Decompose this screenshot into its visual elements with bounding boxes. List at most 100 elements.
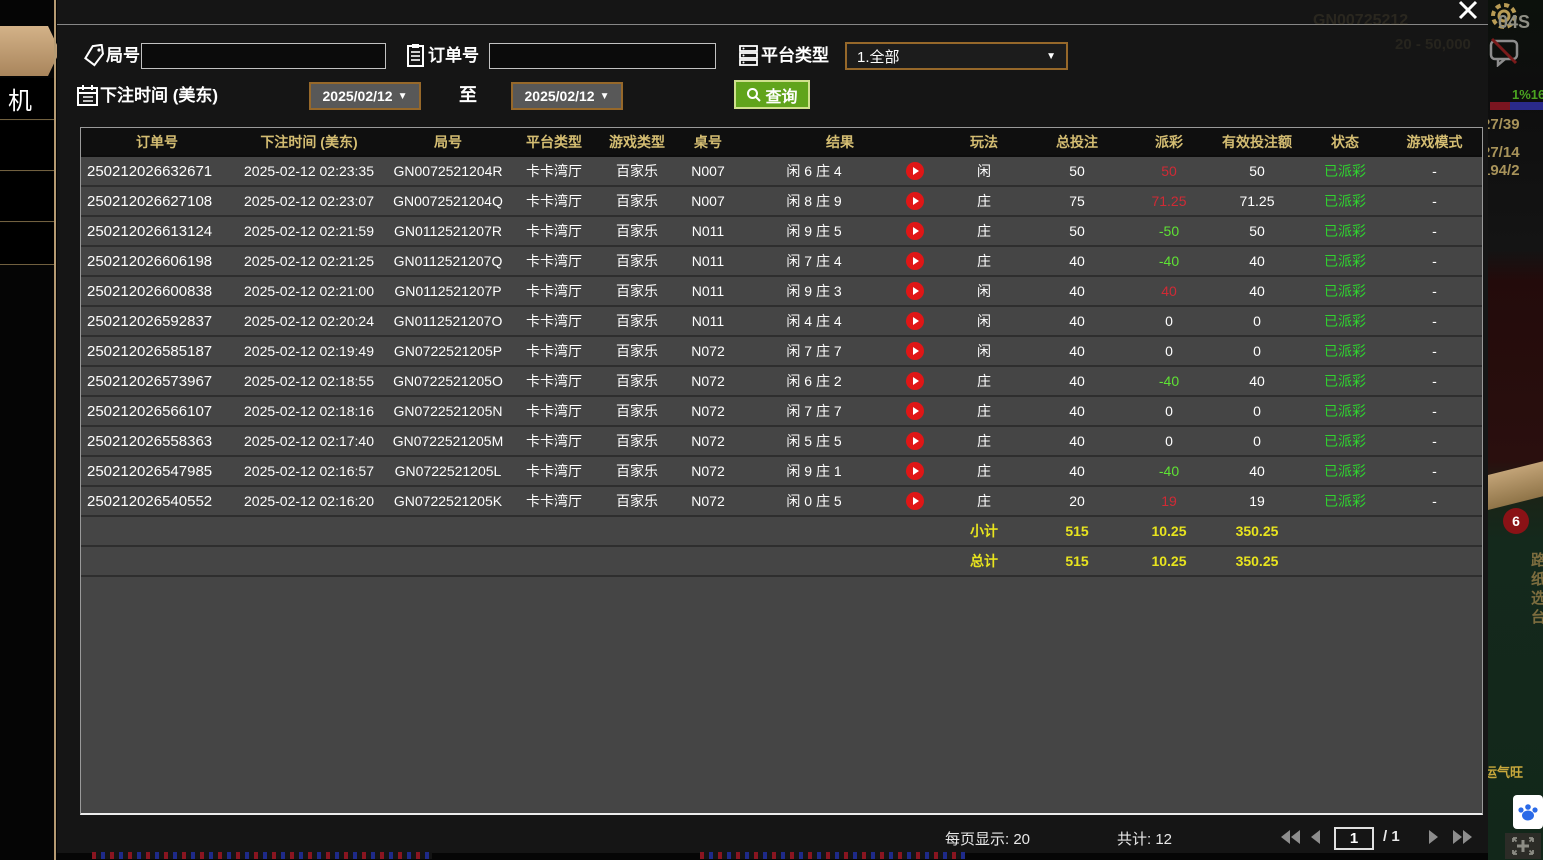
date-to-picker[interactable]: 2025/02/12 ▼	[511, 82, 623, 110]
chat-disabled-icon[interactable]	[1488, 37, 1520, 67]
cell-status: 已派彩	[1303, 246, 1387, 276]
cell-status: 已派彩	[1303, 156, 1387, 186]
replay-button[interactable]	[906, 162, 924, 180]
cell-game-type: 百家乐	[597, 426, 677, 456]
cell-game-mode: -	[1387, 456, 1482, 486]
date-from-value: 2025/02/12	[323, 88, 393, 104]
table-row[interactable]: 250212026600838 2025-02-12 02:21:00 GN01…	[81, 276, 1482, 306]
replay-button[interactable]	[906, 282, 924, 300]
replay-button[interactable]	[906, 222, 924, 240]
cell-game-type: 百家乐	[597, 456, 677, 486]
replay-button[interactable]	[906, 312, 924, 330]
cell-order-no: 250212026558363	[81, 426, 233, 456]
subtotal-total-bet: 515	[1027, 516, 1127, 546]
table-row[interactable]: 250212026606198 2025-02-12 02:21:25 GN01…	[81, 246, 1482, 276]
cell-valid-bet: 19	[1211, 486, 1303, 516]
clipboard-icon	[406, 43, 425, 68]
round-no-input[interactable]	[141, 43, 386, 69]
first-page-button[interactable]	[1281, 830, 1300, 844]
chevron-down-icon: ▼	[398, 91, 408, 102]
table-row[interactable]: 250212026632671 2025-02-12 02:23:35 GN00…	[81, 156, 1482, 186]
cell-payout: 40	[1127, 276, 1211, 306]
replay-button[interactable]	[906, 252, 924, 270]
cell-valid-bet: 40	[1211, 246, 1303, 276]
sidebar-item-machine[interactable]: 机	[0, 78, 54, 120]
sidebar-item-active[interactable]	[0, 26, 60, 76]
last-page-button[interactable]	[1453, 830, 1472, 844]
cell-table-no: N072	[677, 366, 739, 396]
platform-type-label: 平台类型	[761, 43, 829, 69]
paw-button[interactable]	[1513, 795, 1543, 829]
date-to-value: 2025/02/12	[525, 88, 595, 104]
table-row[interactable]: 250212026566107 2025-02-12 02:18:16 GN07…	[81, 396, 1482, 426]
cell-side: 闲	[941, 276, 1027, 306]
cell-payout: -40	[1127, 246, 1211, 276]
cell-game-mode: -	[1387, 366, 1482, 396]
replay-button[interactable]	[906, 462, 924, 480]
cell-order-no: 250212026566107	[81, 396, 233, 426]
cell-side: 庄	[941, 426, 1027, 456]
cell-result: 闲 7 庄 7	[739, 336, 889, 366]
table-row[interactable]: 250212026585187 2025-02-12 02:19:49 GN07…	[81, 336, 1482, 366]
search-button[interactable]: 查询	[734, 80, 810, 109]
platform-type-dropdown[interactable]: 1.全部 ▼	[845, 42, 1068, 70]
sidebar-item-5[interactable]	[0, 223, 54, 265]
background-round-hint: GN00725212	[1313, 12, 1408, 30]
cell-result: 闲 0 庄 5	[739, 486, 889, 516]
cell-payout: -50	[1127, 216, 1211, 246]
cell-table-no: N072	[677, 456, 739, 486]
page-of-label: / 1	[1383, 828, 1400, 845]
table-row[interactable]: 250212026573967 2025-02-12 02:18:55 GN07…	[81, 366, 1482, 396]
cell-table-no: N007	[677, 186, 739, 216]
prev-page-button[interactable]	[1311, 830, 1320, 844]
cell-side: 庄	[941, 186, 1027, 216]
next-page-button[interactable]	[1429, 830, 1438, 844]
cell-table-no: N011	[677, 246, 739, 276]
cell-bet-time: 2025-02-12 02:18:55	[233, 366, 385, 396]
cell-valid-bet: 50	[1211, 216, 1303, 246]
sidebar-item-label: 机	[8, 81, 32, 116]
table-row[interactable]: 250212026558363 2025-02-12 02:17:40 GN07…	[81, 426, 1482, 456]
cell-bet-time: 2025-02-12 02:17:40	[233, 426, 385, 456]
sidebar-item-3[interactable]	[0, 121, 54, 171]
date-from-picker[interactable]: 2025/02/12 ▼	[309, 82, 421, 110]
fullscreen-button[interactable]	[1505, 833, 1541, 859]
cell-order-no: 250212026540552	[81, 486, 233, 516]
replay-button[interactable]	[906, 372, 924, 390]
cell-order-no: 250212026600838	[81, 276, 233, 306]
cell-result: 闲 9 庄 5	[739, 216, 889, 246]
double-right-arrow-icon	[1453, 830, 1462, 844]
replay-button[interactable]	[906, 192, 924, 210]
table-row[interactable]: 250212026592837 2025-02-12 02:20:24 GN01…	[81, 306, 1482, 336]
sidebar-divider	[54, 0, 56, 860]
col-order-no: 订单号	[81, 128, 233, 156]
cell-valid-bet: 0	[1211, 306, 1303, 336]
play-icon	[913, 437, 919, 445]
cell-status: 已派彩	[1303, 216, 1387, 246]
replay-button[interactable]	[906, 402, 924, 420]
table-row[interactable]: 250212026627108 2025-02-12 02:23:07 GN00…	[81, 186, 1482, 216]
table-row[interactable]: 250212026540552 2025-02-12 02:16:20 GN07…	[81, 486, 1482, 516]
replay-button[interactable]	[906, 342, 924, 360]
total-total-bet: 515	[1027, 546, 1127, 576]
cell-round-no: GN0722521205P	[385, 336, 511, 366]
table-row[interactable]: 250212026547985 2025-02-12 02:16:57 GN07…	[81, 456, 1482, 486]
cell-bet-time: 2025-02-12 02:21:25	[233, 246, 385, 276]
cell-bet-time: 2025-02-12 02:16:20	[233, 486, 385, 516]
bet-history-table: 订单号 下注时间 (美东) 局号 平台类型 游戏类型 桌号 结果 玩法 总投注 …	[80, 127, 1483, 815]
cell-valid-bet: 50	[1211, 156, 1303, 186]
replay-button[interactable]	[906, 432, 924, 450]
col-table-no: 桌号	[677, 128, 739, 156]
cell-game-mode: -	[1387, 486, 1482, 516]
cell-total-bet: 40	[1027, 246, 1127, 276]
page-number-input[interactable]	[1334, 827, 1374, 850]
sidebar-item-4[interactable]	[0, 172, 54, 222]
order-no-input[interactable]	[489, 43, 716, 69]
cell-payout: 0	[1127, 426, 1211, 456]
bet-time-label: 下注时间 (美东)	[100, 83, 218, 109]
bead-road-strip	[700, 852, 965, 859]
close-icon[interactable]	[1455, 0, 1481, 20]
table-row[interactable]: 250212026613124 2025-02-12 02:21:59 GN01…	[81, 216, 1482, 246]
replay-button[interactable]	[906, 492, 924, 510]
cell-round-no: GN0722521205K	[385, 486, 511, 516]
